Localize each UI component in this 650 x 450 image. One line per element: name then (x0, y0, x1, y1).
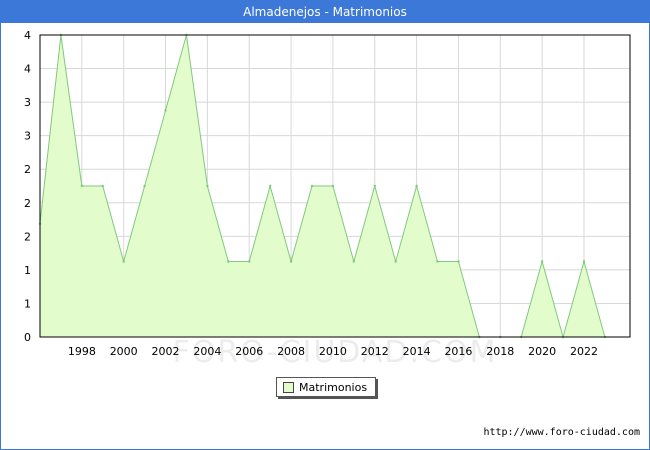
x-tick-label: 2000 (110, 345, 138, 358)
y-tick-label: 0 (24, 331, 31, 344)
data-point (248, 260, 251, 263)
data-point (540, 260, 544, 263)
y-tick-label: 1 (24, 264, 31, 277)
data-point (164, 109, 167, 112)
data-point (80, 184, 84, 188)
y-tick-label: 3 (24, 96, 31, 109)
data-point (227, 260, 230, 263)
y-tick-label: 2 (24, 230, 31, 243)
legend-swatch (283, 381, 294, 393)
x-tick-label: 2012 (361, 345, 389, 358)
x-tick-label: 2008 (277, 345, 305, 358)
legend: Matrimonios (276, 377, 377, 397)
x-axis-ticks: 1998 2000 2002 2004 2006 2008 2010 2012 2014 2016… (68, 345, 598, 358)
x-tick-label: 2018 (486, 345, 514, 358)
data-point (101, 184, 104, 188)
data-point (373, 184, 376, 188)
data-point (289, 260, 293, 263)
y-tick-label: 2 (24, 163, 31, 176)
data-point (331, 184, 335, 188)
y-tick-label: 2 (24, 197, 31, 210)
x-tick-label: 1998 (68, 345, 96, 358)
x-tick-label: 2004 (193, 345, 221, 358)
x-tick-label: 2006 (235, 345, 263, 358)
x-tick-label: 2016 (444, 345, 472, 358)
y-tick-label: 4 (24, 63, 31, 76)
data-point (206, 184, 209, 188)
data-point (582, 260, 586, 263)
data-point (143, 184, 146, 188)
y-tick-label: 4 (24, 29, 31, 42)
y-tick-label: 1 (24, 297, 31, 310)
x-tick-label: 2002 (152, 345, 180, 358)
x-tick-label: 2014 (403, 345, 431, 358)
x-tick-label: 2020 (528, 345, 556, 358)
x-tick-label: 2010 (319, 345, 347, 358)
data-point (415, 184, 418, 188)
data-point (352, 260, 356, 263)
source-url[interactable]: http://www.foro-ciudad.com (483, 427, 640, 438)
data-point (436, 260, 439, 263)
data-point (122, 260, 125, 263)
data-point (394, 260, 397, 263)
data-point (310, 184, 314, 188)
y-tick-label: 3 (24, 130, 31, 143)
data-point (268, 184, 272, 188)
y-axis-ticks: 0 1 1 2 2 2 3 3 4 4 (24, 29, 31, 344)
x-tick-label: 2022 (570, 345, 598, 358)
data-point (457, 260, 460, 263)
legend-label: Matrimonios (299, 380, 368, 394)
